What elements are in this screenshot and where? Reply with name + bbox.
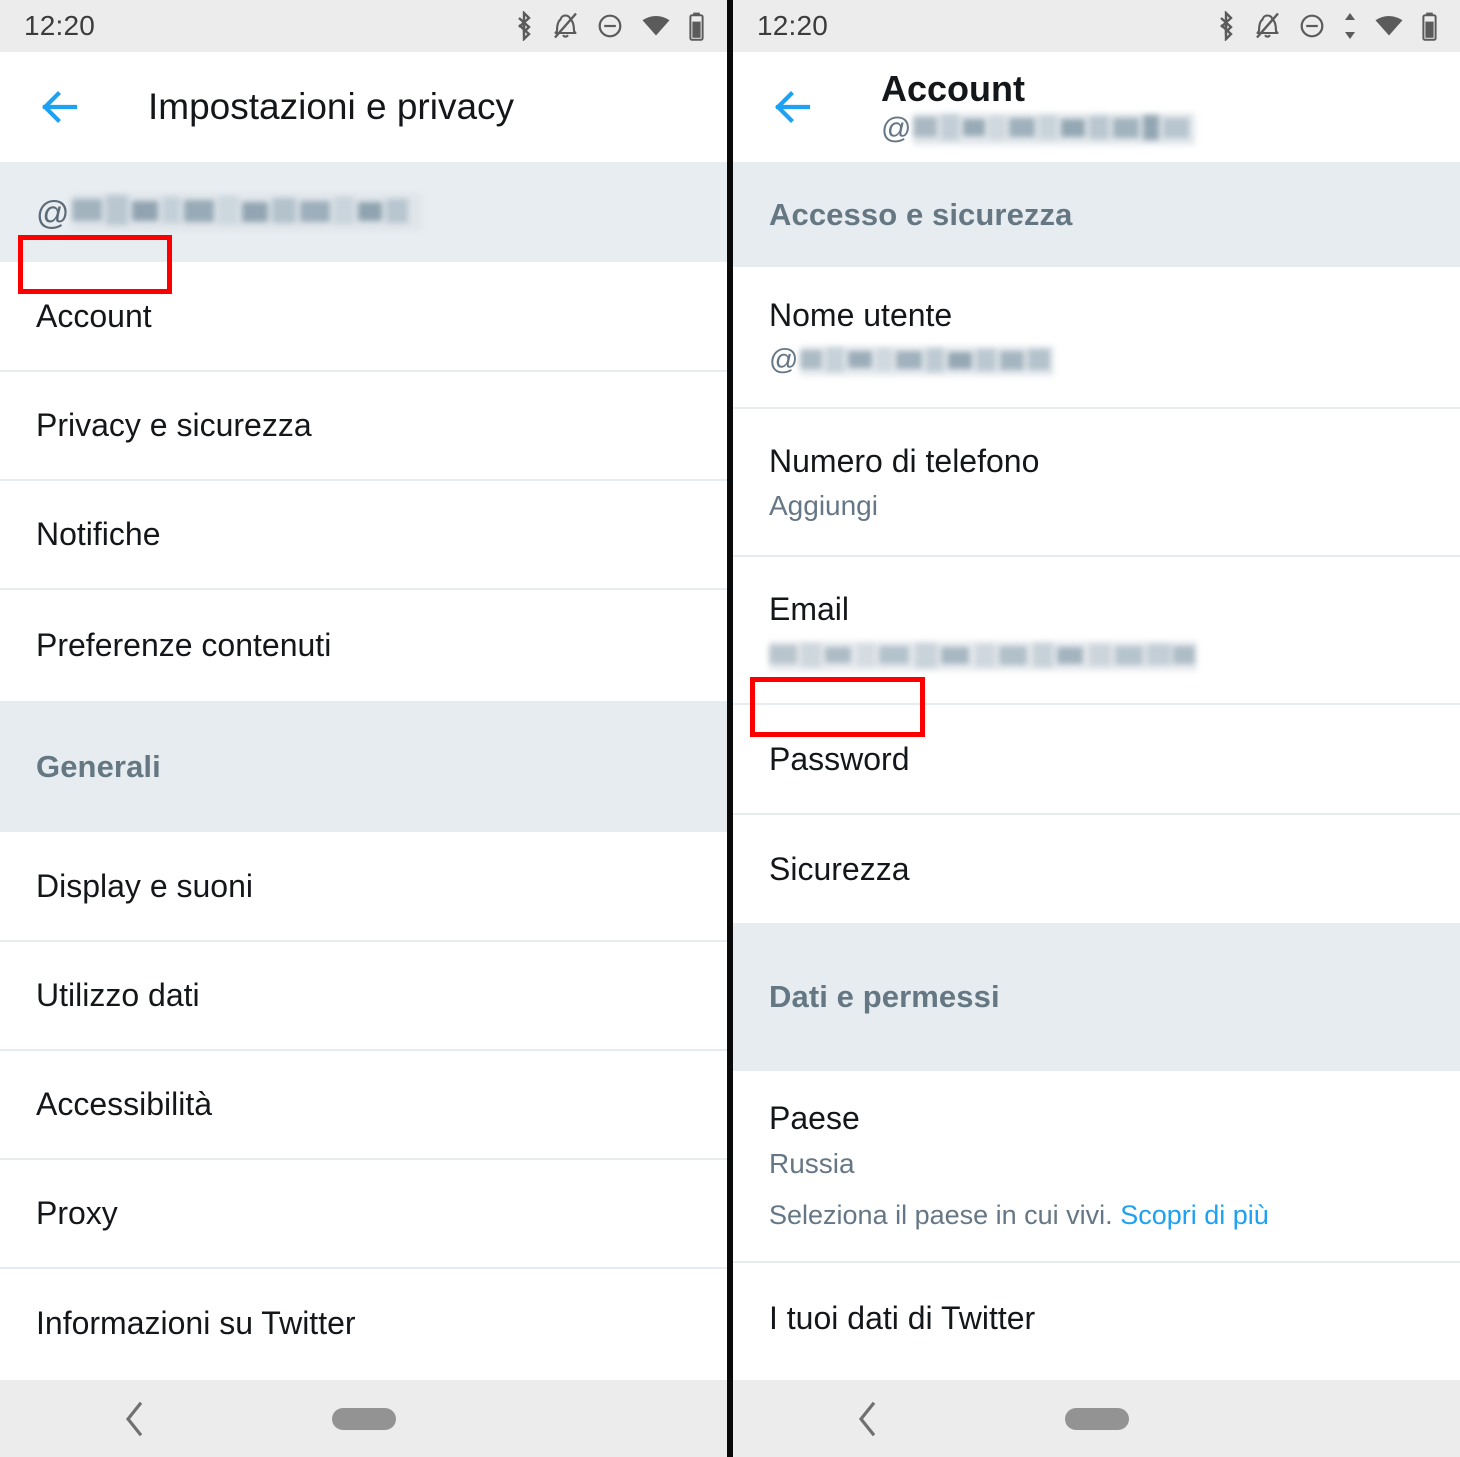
list-filler-right bbox=[733, 1373, 1460, 1380]
account-item-label: Numero di telefono bbox=[769, 442, 1040, 479]
redacted-username bbox=[913, 113, 1196, 146]
account-username-chip[interactable]: @ bbox=[0, 162, 727, 262]
status-bar-icon-group bbox=[1215, 11, 1438, 41]
app-bar-title-wrap: Account @ bbox=[881, 67, 1196, 146]
sidebar-item-label: Notifiche bbox=[36, 516, 161, 553]
redacted-username bbox=[71, 193, 422, 231]
wifi-icon bbox=[1375, 16, 1403, 36]
sidebar-item-label: Utilizzo dati bbox=[36, 977, 200, 1014]
account-item-label: Email bbox=[769, 590, 850, 627]
redacted-email-value bbox=[769, 640, 1197, 671]
app-bar-left: Impostazioni e privacy bbox=[0, 52, 727, 162]
status-bar-icon-group bbox=[513, 11, 705, 41]
back-arrow-icon[interactable] bbox=[36, 84, 82, 130]
account-item-label: I tuoi dati di Twitter bbox=[769, 1299, 1036, 1336]
page-title: Impostazioni e privacy bbox=[148, 85, 515, 127]
data-transfer-icon bbox=[1345, 13, 1355, 39]
account-list-accesso: Nome utente @ Numero di telefono Aggiung… bbox=[733, 267, 1460, 923]
sidebar-item-label: Privacy e sicurezza bbox=[36, 407, 312, 444]
sidebar-item-label: Proxy bbox=[36, 1195, 118, 1232]
sidebar-item-label: Display e suoni bbox=[36, 867, 253, 904]
account-item-paese[interactable]: Paese Russia Seleziona il paese in cui v… bbox=[733, 1071, 1460, 1263]
notifications-muted-icon bbox=[554, 12, 577, 39]
account-item-sicurezza[interactable]: Sicurezza bbox=[733, 815, 1460, 923]
section-header-accesso-sicurezza: Accesso e sicurezza bbox=[733, 162, 1460, 267]
sidebar-item-informazioni-twitter[interactable]: Informazioni su Twitter bbox=[0, 1269, 727, 1378]
dual-screenshot-composite: 12:20 Impostazioni e privacy @ Account P… bbox=[0, 0, 1460, 1457]
sidebar-item-privacy[interactable]: Privacy e sicurezza bbox=[0, 372, 727, 481]
system-nav-bar-right bbox=[733, 1380, 1460, 1457]
account-item-nome-utente[interactable]: Nome utente @ bbox=[733, 267, 1460, 409]
sidebar-item-preferenze-contenuti[interactable]: Preferenze contenuti bbox=[0, 590, 727, 701]
sidebar-item-label: Accessibilità bbox=[36, 1086, 213, 1123]
bluetooth-icon bbox=[518, 11, 531, 41]
account-item-value bbox=[769, 637, 1424, 671]
section-header-label: Accesso e sicurezza bbox=[769, 196, 1073, 232]
status-bar-left: 12:20 bbox=[0, 0, 727, 52]
notifications-muted-icon bbox=[1256, 12, 1279, 39]
section-header-dati-permessi: Dati e permessi bbox=[733, 923, 1460, 1071]
do-not-disturb-icon bbox=[1300, 14, 1324, 38]
account-list-dati: Paese Russia Seleziona il paese in cui v… bbox=[733, 1071, 1460, 1373]
do-not-disturb-icon bbox=[598, 14, 622, 38]
account-item-numero-telefono[interactable]: Numero di telefono Aggiungi bbox=[733, 409, 1460, 557]
account-item-label: Sicurezza bbox=[769, 850, 910, 887]
scopri-di-piu-link[interactable]: Scopri di più bbox=[1120, 1200, 1269, 1230]
account-item-password[interactable]: Password bbox=[733, 677, 1460, 815]
at-symbol: @ bbox=[881, 112, 912, 146]
app-bar-title-wrap: Impostazioni e privacy bbox=[148, 86, 514, 129]
section-header-label: Dati e permessi bbox=[769, 979, 1000, 1014]
at-symbol: @ bbox=[769, 344, 799, 377]
settings-list-generali: Display e suoni Utilizzo dati Accessibil… bbox=[0, 832, 727, 1378]
account-item-value: Aggiungi bbox=[769, 489, 878, 521]
nav-back-icon[interactable] bbox=[855, 1400, 881, 1438]
at-symbol: @ bbox=[36, 193, 70, 231]
section-header-label: Generali bbox=[36, 748, 161, 784]
account-item-value: @ bbox=[769, 343, 1424, 378]
system-nav-bar-left bbox=[0, 1380, 727, 1457]
account-item-label: Password bbox=[769, 740, 910, 777]
sidebar-item-label: Account bbox=[36, 297, 152, 334]
sidebar-item-accessibilita[interactable]: Accessibilità bbox=[0, 1051, 727, 1160]
page-title: Account bbox=[881, 67, 1025, 109]
app-bar-right: Account @ bbox=[733, 52, 1460, 162]
home-indicator-pill[interactable] bbox=[1064, 1407, 1129, 1430]
sidebar-item-label: Preferenze contenuti bbox=[36, 627, 332, 664]
note-text: Seleziona il paese in cui vivi. bbox=[769, 1200, 1113, 1231]
sidebar-item-proxy[interactable]: Proxy bbox=[0, 1160, 727, 1269]
account-item-note: Seleziona il paese in cui vivi. Scopri d… bbox=[769, 1199, 1424, 1233]
sidebar-item-notifiche[interactable]: Notifiche bbox=[0, 481, 727, 590]
left-screen-settings-privacy: 12:20 Impostazioni e privacy @ Account P… bbox=[0, 0, 727, 1457]
nav-back-icon[interactable] bbox=[122, 1400, 148, 1438]
section-header-generali: Generali bbox=[0, 701, 727, 832]
account-item-value: Russia bbox=[769, 1147, 855, 1179]
account-item-label: Paese bbox=[769, 1100, 860, 1137]
right-screen-account: 12:20 Account @ Accesso e sicurezza Nome… bbox=[733, 0, 1460, 1457]
settings-list-primary: Account Privacy e sicurezza Notifiche Pr… bbox=[0, 235, 727, 701]
home-indicator-pill[interactable] bbox=[331, 1407, 396, 1430]
account-item-i-tuoi-dati-twitter[interactable]: I tuoi dati di Twitter bbox=[733, 1263, 1460, 1373]
sidebar-item-display-suoni[interactable]: Display e suoni bbox=[0, 832, 727, 942]
account-item-label: Nome utente bbox=[769, 296, 953, 333]
redacted-username-value bbox=[800, 345, 1055, 376]
sidebar-item-label: Informazioni su Twitter bbox=[36, 1305, 356, 1342]
account-item-email[interactable]: Email bbox=[733, 557, 1460, 705]
page-subtitle-username: @ bbox=[881, 112, 1196, 146]
back-arrow-icon[interactable] bbox=[769, 84, 815, 130]
sidebar-item-account[interactable]: Account bbox=[0, 235, 727, 372]
status-bar-right: 12:20 bbox=[733, 0, 1460, 52]
sidebar-item-utilizzo-dati[interactable]: Utilizzo dati bbox=[0, 942, 727, 1051]
status-bar-clock: 12:20 bbox=[24, 10, 96, 41]
status-bar-clock: 12:20 bbox=[757, 10, 829, 41]
battery-icon bbox=[689, 12, 704, 41]
wifi-icon bbox=[642, 16, 670, 36]
bluetooth-icon bbox=[1220, 11, 1233, 41]
battery-icon bbox=[1422, 12, 1437, 41]
